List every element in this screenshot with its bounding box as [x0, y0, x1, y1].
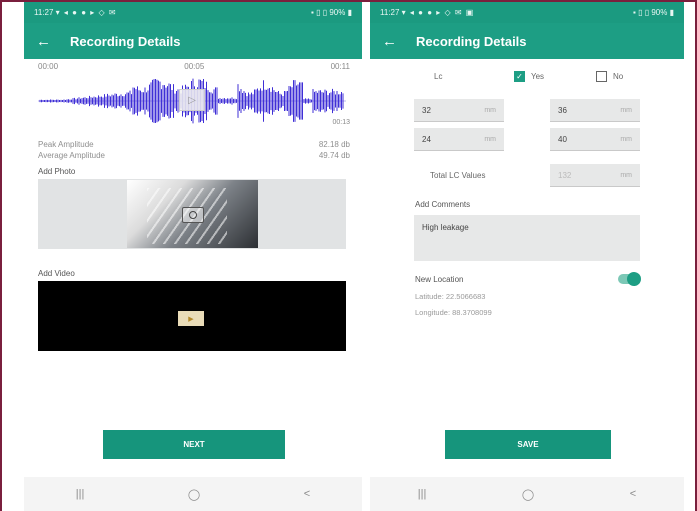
play-icon[interactable]: ▷ — [179, 89, 205, 111]
save-button[interactable]: SAVE — [445, 430, 611, 459]
back-arrow-icon[interactable]: ← — [382, 33, 416, 50]
right-phone-screen: 11:27 ▾ ◂ ● ● ▸ ◇ ✉ ▣ ▪ ▯ ▯ 90% ▮ ← Reco… — [370, 2, 684, 511]
add-comments-label: Add Comments — [415, 200, 471, 209]
comments-textarea[interactable]: High leakage — [414, 215, 640, 261]
page-title: Recording Details — [70, 33, 181, 49]
average-amplitude-value: 49.74 db — [318, 151, 350, 160]
field-unit: mm — [620, 135, 632, 143]
average-amplitude-label: Average Amplitude — [38, 151, 106, 160]
field-value: 24 — [422, 134, 431, 144]
lc-value-field-1[interactable]: 32 mm — [414, 99, 504, 122]
no-checkbox[interactable] — [596, 71, 607, 82]
time-start: 00:00 — [38, 62, 59, 71]
add-video-area[interactable]: ▶ — [38, 281, 346, 351]
longitude-text: Longitude: 88.3708099 — [415, 308, 492, 317]
new-location-label: New Location — [415, 275, 464, 284]
status-time: 11:27 — [380, 8, 400, 17]
lc-value-field-3[interactable]: 24 mm — [414, 128, 504, 151]
nav-back-icon[interactable]: < — [304, 488, 310, 500]
time-end: 00:11 — [330, 62, 350, 71]
lc-details-content: Lc ✓ Yes No 32 mm 36 mm 24 mm 40 mm Tota… — [370, 59, 684, 477]
page-title: Recording Details — [416, 33, 527, 49]
latitude-text: Latitude: 22.5066683 — [415, 292, 486, 301]
yes-checkbox[interactable]: ✓ — [514, 71, 525, 82]
time-mid: 00:05 — [184, 62, 205, 71]
home-icon[interactable]: ◯ — [188, 488, 200, 501]
system-nav-bar: ||| ◯ < — [370, 477, 684, 511]
new-location-toggle[interactable] — [618, 272, 641, 286]
recents-icon[interactable]: ||| — [76, 488, 85, 500]
status-icons: ▾ ◂ ● ● ▸ ◇ ✉ ▣ — [401, 8, 475, 17]
nav-back-icon[interactable]: < — [630, 488, 636, 500]
yes-label: Yes — [531, 72, 545, 81]
status-bar: 11:27 ▾ ◂ ● ● ▸ ◇ ✉ ▪ ▯ ▯ 90% ▮ — [24, 2, 362, 23]
back-arrow-icon[interactable]: ← — [36, 33, 70, 50]
field-unit: mm — [620, 106, 632, 114]
recents-icon[interactable]: ||| — [418, 488, 427, 500]
total-lc-field: 132 mm — [550, 164, 640, 187]
total-lc-label: Total LC Values — [430, 171, 486, 180]
status-time: 11:27 — [34, 8, 54, 17]
add-video-label: Add Video — [38, 269, 75, 278]
peak-amplitude-value: 82.18 db — [318, 140, 350, 149]
add-photo-area[interactable] — [38, 179, 346, 249]
status-icons: ▾ ◂ ● ● ▸ ◇ ✉ — [55, 8, 117, 17]
total-lc-unit: mm — [620, 171, 632, 179]
no-label: No — [613, 72, 624, 81]
waveform-times: 00:00 00:05 00:11 — [38, 62, 350, 71]
field-unit: mm — [484, 106, 496, 114]
lc-value-field-2[interactable]: 36 mm — [550, 99, 640, 122]
status-right-icons: ▪ ▯ ▯ 90% ▮ — [633, 8, 674, 17]
lc-label: Lc — [434, 72, 443, 81]
recording-content: 00:00 00:05 00:11 ▷ 00:13 Peak Amplitude… — [24, 59, 362, 477]
home-icon[interactable]: ◯ — [522, 488, 534, 501]
photo-thumbnail[interactable] — [127, 180, 258, 248]
status-bar: 11:27 ▾ ◂ ● ● ▸ ◇ ✉ ▣ ▪ ▯ ▯ 90% ▮ — [370, 2, 684, 23]
field-value: 40 — [558, 134, 567, 144]
field-value: 36 — [558, 105, 567, 115]
field-unit: mm — [484, 135, 496, 143]
average-amplitude-row: Average Amplitude 49.74 db — [38, 151, 350, 160]
lc-value-field-4[interactable]: 40 mm — [550, 128, 640, 151]
app-bar: ← Recording Details — [24, 23, 362, 59]
next-button[interactable]: NEXT — [103, 430, 285, 459]
total-lc-value: 132 — [558, 170, 572, 180]
app-bar: ← Recording Details — [370, 23, 684, 59]
status-right-icons: ▪ ▯ ▯ 90% ▮ — [311, 8, 352, 17]
left-phone-screen: 11:27 ▾ ◂ ● ● ▸ ◇ ✉ ▪ ▯ ▯ 90% ▮ ← Record… — [24, 2, 362, 511]
system-nav-bar: ||| ◯ < — [24, 477, 362, 511]
audio-duration: 00:13 — [332, 119, 350, 126]
field-value: 32 — [422, 105, 431, 115]
peak-amplitude-row: Peak Amplitude 82.18 db — [38, 140, 350, 149]
camera-icon[interactable] — [182, 207, 204, 223]
add-photo-label: Add Photo — [38, 167, 76, 176]
peak-amplitude-label: Peak Amplitude — [38, 140, 94, 149]
video-play-icon[interactable]: ▶ — [178, 311, 204, 326]
